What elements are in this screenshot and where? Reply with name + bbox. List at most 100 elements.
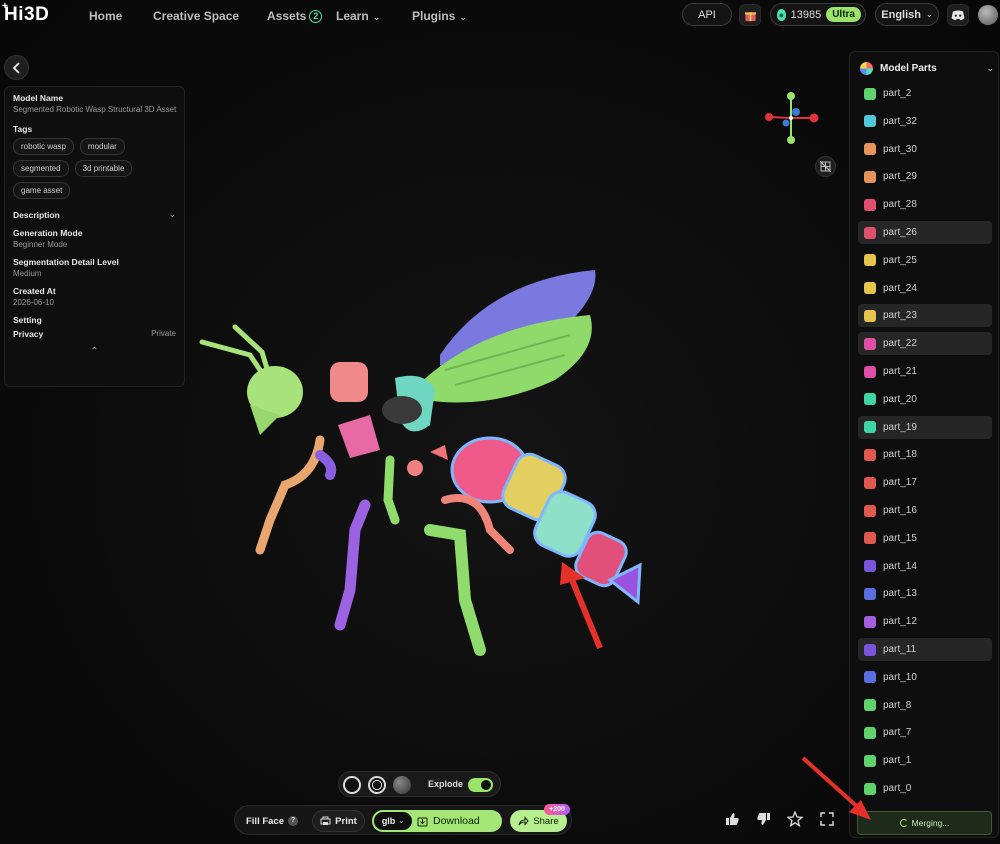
part-color-swatch [864,532,876,545]
assets-count-badge: 2 [309,10,323,23]
part-label: part_30 [883,143,917,155]
nav-learn[interactable]: Learn ⌄ [336,9,380,23]
part-row[interactable]: part_11 [858,638,992,661]
credits-pill[interactable]: ● 13985 Ultra [770,3,866,26]
privacy-value[interactable]: Private [151,327,176,340]
part-row[interactable]: part_25 [858,249,992,272]
chevron-down-icon: ⌄ [168,209,176,219]
part-label: part_32 [883,115,917,127]
nav-creative-space[interactable]: Creative Space [153,9,239,23]
logo-plus-icon: + [2,1,9,12]
part-row[interactable]: part_21 [858,360,992,383]
material-view-icon[interactable] [393,776,411,794]
avatar[interactable] [978,5,998,25]
privacy-label: Privacy [13,328,44,339]
back-button[interactable] [4,55,29,80]
description-toggle[interactable]: Description ⌄ [13,209,176,220]
part-color-swatch [864,587,876,600]
fullscreen-icon[interactable] [816,808,838,830]
model-name: Segmented Robotic Wasp Structural 3D Ass… [13,105,177,114]
tag-chip[interactable]: segmented [13,160,69,177]
description-label: Description [13,209,60,220]
created-at-value: 2026-06-10 [13,298,54,307]
nav-plugins[interactable]: Plugins ⌄ [412,9,467,23]
generation-mode-label: Generation Mode [13,228,83,238]
model-viewport[interactable] [190,80,840,770]
part-row[interactable]: part_22 [858,332,992,356]
api-button[interactable]: API [682,3,732,26]
gift-icon[interactable] [739,4,761,26]
part-color-swatch [864,726,876,739]
part-color-swatch [864,560,876,573]
share-reward-badge: +200 [544,804,570,815]
download-button[interactable]: Download [417,810,480,832]
part-color-swatch [864,170,876,183]
part-row[interactable]: part_10 [858,666,992,689]
part-label: part_25 [883,254,917,266]
part-row[interactable]: part_12 [858,610,992,633]
part-row[interactable]: part_8 [858,694,992,717]
part-row[interactable]: part_18 [858,443,992,466]
part-row[interactable]: part_23 [858,304,992,328]
part-row[interactable]: part_7 [858,721,992,744]
part-row[interactable]: part_16 [858,499,992,522]
part-row[interactable]: part_32 [858,110,992,133]
part-label: part_8 [883,699,912,711]
fill-face-button[interactable]: Fill Face? [241,810,303,832]
language-select[interactable]: English ⌄ [875,3,939,26]
part-row[interactable]: part_26 [858,221,992,244]
part-row[interactable]: part_28 [858,193,992,216]
part-color-swatch [864,504,876,517]
part-row[interactable]: part_29 [858,165,992,188]
part-label: part_7 [883,727,912,739]
tag-chip[interactable]: 3d printable [74,160,133,177]
part-row[interactable]: part_19 [858,415,992,439]
collapse-panel-button[interactable]: ⌃ [13,346,176,357]
part-color-swatch [864,421,876,434]
axis-gizmo[interactable] [762,90,822,146]
download-group: glb ⌄ Download [372,810,502,832]
wireframe-view-icon[interactable] [368,776,386,794]
credits-icon: ● [777,8,786,21]
setting-label: Setting [13,315,42,325]
part-label: part_26 [883,227,917,238]
part-label: part_24 [883,282,917,294]
format-select[interactable]: glb ⌄ [374,812,412,830]
part-label: part_13 [883,588,917,600]
part-row[interactable]: part_2 [858,82,992,105]
part-label: part_14 [883,560,917,572]
palette-icon [860,61,873,75]
part-row[interactable]: part_20 [858,388,992,411]
print-button[interactable]: Print [312,810,365,832]
part-color-swatch [864,365,876,378]
part-label: part_2 [883,88,912,99]
part-row[interactable]: part_14 [858,555,992,578]
part-color-swatch [864,643,876,656]
part-row[interactable]: part_17 [858,471,992,494]
logo[interactable]: + Hi3D [2,1,49,26]
part-row[interactable]: part_24 [858,277,992,300]
explode-switch[interactable] [468,778,493,792]
credits-count: 13985 [790,8,822,21]
tag-chip[interactable]: modular [79,138,125,155]
nav-home[interactable]: Home [89,9,122,23]
thumbs-down-icon[interactable] [752,808,774,830]
part-row[interactable]: part_30 [858,138,992,161]
part-label: part_12 [883,616,917,628]
thumbs-up-icon[interactable] [721,808,743,830]
part-label: part_0 [883,783,912,794]
chevron-left-icon [12,61,20,74]
tag-chip[interactable]: robotic wasp [13,138,74,155]
nav-assets[interactable]: Assets 2 [267,9,323,23]
star-icon[interactable] [784,808,806,830]
privacy-row: Privacy Private [13,327,176,340]
discord-icon[interactable] [947,4,969,26]
solid-view-icon[interactable] [343,776,361,794]
part-color-swatch [864,143,876,156]
part-row[interactable]: part_15 [858,527,992,550]
tag-chip[interactable]: game asset [13,182,71,199]
parts-panel-header[interactable]: Model Parts ⌄ [860,59,994,77]
hide-grid-button[interactable] [815,156,836,177]
part-color-swatch [864,282,876,295]
part-row[interactable]: part_13 [858,582,992,605]
